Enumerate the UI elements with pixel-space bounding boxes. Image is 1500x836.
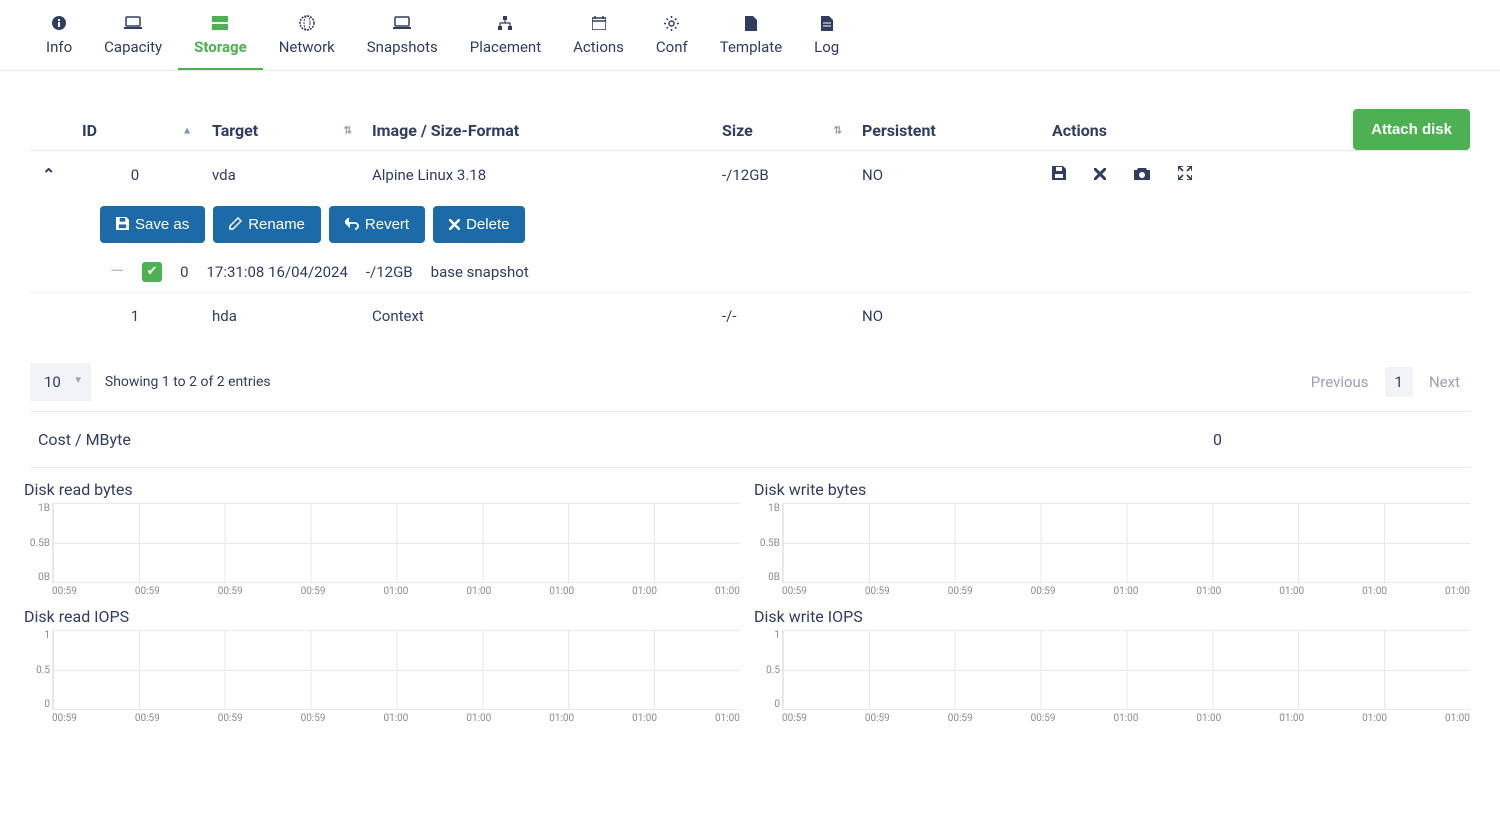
tab-log[interactable]: Log <box>798 8 855 70</box>
showing-text: Showing 1 to 2 of 2 entries <box>105 374 271 390</box>
snapshot-id: 0 <box>180 263 188 281</box>
server-icon <box>212 14 228 32</box>
tab-bar: Info Capacity Storage Network Snapshots … <box>0 0 1500 71</box>
laptop-icon <box>124 14 142 32</box>
cell-size: -/- <box>710 293 850 340</box>
col-size[interactable]: Size ⇅ <box>710 111 850 151</box>
laptop-icon <box>393 14 411 32</box>
chart-disk-read-iops: Disk read IOPS 1 0.5 0 00:59 00:59 00:59… <box>20 607 740 724</box>
save-icon <box>116 217 129 233</box>
tab-log-label: Log <box>814 38 839 56</box>
chart-disk-write-bytes: Disk write bytes 1B 0.5B 0B 00:59 00:59 … <box>750 480 1470 597</box>
cell-persistent: NO <box>850 151 1040 199</box>
delete-button[interactable]: Delete <box>433 206 525 243</box>
chart-title: Disk write IOPS <box>750 607 1470 626</box>
prev-page[interactable]: Previous <box>1301 367 1379 397</box>
tab-info-label: Info <box>46 38 72 56</box>
cost-row: Cost / MByte 0 <box>30 412 1470 468</box>
cell-id: 0 <box>70 151 200 199</box>
next-page[interactable]: Next <box>1419 367 1470 397</box>
snapshot-row: — ✔ 0 17:31:08 16/04/2024 -/12GB base sn… <box>30 251 1470 292</box>
globe-icon <box>299 14 315 32</box>
table-row: ⌃ 0 vda Alpine Linux 3.18 -/12GB NO <box>30 151 1470 199</box>
edit-icon <box>229 217 242 233</box>
tab-network-label: Network <box>279 38 335 56</box>
cell-persistent: NO <box>850 293 1040 340</box>
cost-label: Cost / MByte <box>38 430 131 449</box>
checkbox-checked-icon[interactable]: ✔ <box>142 262 162 282</box>
col-id[interactable]: ID ▲ <box>70 111 200 151</box>
gear-icon <box>664 14 679 32</box>
chart-title: Disk read bytes <box>20 480 740 499</box>
tab-capacity-label: Capacity <box>104 38 162 56</box>
cell-target: hda <box>200 293 360 340</box>
tab-snapshots-label: Snapshots <box>367 38 438 56</box>
close-icon <box>449 217 460 233</box>
disk-table: Attach disk ID ▲ Target ⇅ Image / Size-F… <box>30 111 1470 339</box>
cell-image: Context <box>360 293 710 340</box>
tab-placement-label: Placement <box>470 38 541 56</box>
file-text-icon <box>821 14 833 32</box>
tab-capacity[interactable]: Capacity <box>88 8 178 70</box>
chart-title: Disk read IOPS <box>20 607 740 626</box>
cell-id: 1 <box>70 293 200 340</box>
tab-actions-label: Actions <box>573 38 624 56</box>
info-icon <box>51 14 67 32</box>
calendar-icon <box>592 14 606 32</box>
tab-network[interactable]: Network <box>263 8 351 70</box>
chevron-up-icon[interactable]: ⌃ <box>42 165 55 184</box>
chart-disk-read-bytes: Disk read bytes 1B 0.5B 0B 00:59 00:59 0… <box>20 480 740 597</box>
cell-size: -/12GB <box>710 151 850 199</box>
sort-icon: ⇅ <box>344 125 352 136</box>
sort-icon: ⇅ <box>834 125 842 136</box>
expand-icon[interactable] <box>1178 165 1192 184</box>
chart-disk-write-iops: Disk write IOPS 1 0.5 0 00:59 00:59 00:5… <box>750 607 1470 724</box>
page-1[interactable]: 1 <box>1385 367 1413 397</box>
tab-conf[interactable]: Conf <box>640 8 704 70</box>
tab-template[interactable]: Template <box>704 8 798 70</box>
col-image[interactable]: Image / Size-Format <box>360 111 710 151</box>
cell-image: Alpine Linux 3.18 <box>360 151 710 199</box>
col-target[interactable]: Target ⇅ <box>200 111 360 151</box>
file-icon <box>745 14 757 32</box>
tab-storage-label: Storage <box>194 38 247 56</box>
row-actions <box>1052 165 1458 184</box>
snapshot-size: -/12GB <box>366 263 413 281</box>
save-as-button[interactable]: Save as <box>100 206 205 243</box>
tab-placement[interactable]: Placement <box>454 8 557 70</box>
rename-button[interactable]: Rename <box>213 206 321 243</box>
attach-disk-button[interactable]: Attach disk <box>1353 109 1470 150</box>
snapshot-name: base snapshot <box>431 263 529 281</box>
page-size-select[interactable]: 10 <box>30 363 91 401</box>
cell-target: vda <box>200 151 360 199</box>
tab-actions[interactable]: Actions <box>557 8 640 70</box>
chart-title: Disk write bytes <box>750 480 1470 499</box>
sort-asc-icon: ▲ <box>182 125 192 136</box>
revert-button[interactable]: Revert <box>329 206 425 243</box>
sitemap-icon <box>497 14 513 32</box>
tab-info[interactable]: Info <box>30 8 88 70</box>
col-persistent[interactable]: Persistent <box>850 111 1040 151</box>
undo-icon <box>345 217 359 233</box>
cost-value: 0 <box>1213 430 1462 449</box>
camera-icon[interactable] <box>1134 165 1150 184</box>
close-icon[interactable] <box>1094 165 1106 184</box>
tab-snapshots[interactable]: Snapshots <box>351 8 454 70</box>
table-row: 1 hda Context -/- NO <box>30 293 1470 340</box>
snapshot-timestamp: 17:31:08 16/04/2024 <box>207 263 348 281</box>
tab-template-label: Template <box>720 38 782 56</box>
save-icon[interactable] <box>1052 165 1066 184</box>
table-footer: 10 Showing 1 to 2 of 2 entries Previous … <box>30 339 1470 412</box>
tree-dash-icon: — <box>110 261 124 282</box>
expanded-row: Save as Rename Revert <box>30 198 1470 293</box>
charts: Disk read bytes 1B 0.5B 0B 00:59 00:59 0… <box>30 468 1470 736</box>
tab-conf-label: Conf <box>656 38 688 56</box>
tab-storage[interactable]: Storage <box>178 8 263 70</box>
